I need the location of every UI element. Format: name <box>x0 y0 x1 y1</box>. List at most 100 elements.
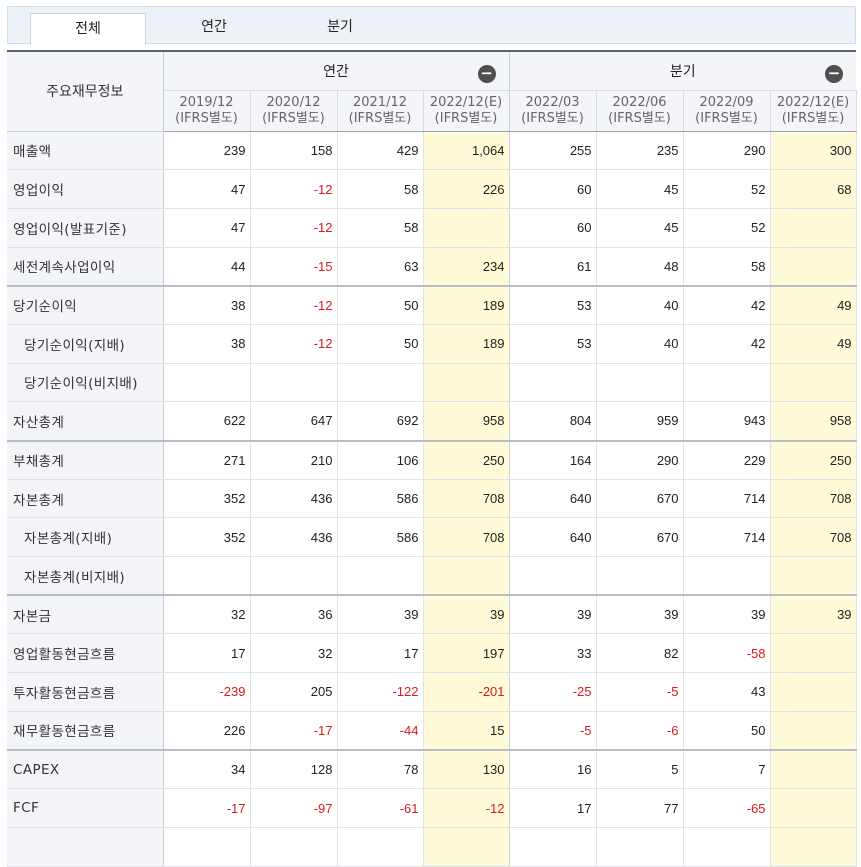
table-cell: 77 <box>596 788 684 828</box>
table-cell: 959 <box>596 401 684 441</box>
table-cell: 164 <box>509 439 597 480</box>
basis-label: (IFRS별도) <box>608 110 671 126</box>
row-label: 자본금 <box>7 594 164 635</box>
table-cell: 82 <box>596 633 684 674</box>
row-label: 당기순이익(비지배) <box>7 363 164 403</box>
table-cell: 586 <box>337 517 424 558</box>
table-cell <box>770 208 857 248</box>
table-cell <box>250 556 338 596</box>
table-cell: 106 <box>337 439 424 480</box>
table-row: 영업이익(발표기준) 47 -12 58 60 45 52 <box>7 208 857 248</box>
table-cell: 436 <box>250 479 338 519</box>
row-label: 부채총계 <box>7 439 164 480</box>
table-cell: 49 <box>770 284 857 325</box>
table-cell: 60 <box>509 169 597 209</box>
table-cell <box>337 827 424 867</box>
table-cell: 205 <box>250 672 338 712</box>
table-cell <box>509 363 597 403</box>
period-header: 2022/03 (IFRS별도) <box>509 89 597 132</box>
table-cell: 17 <box>337 633 424 674</box>
table-cell: 58 <box>683 247 771 287</box>
table-cell: 210 <box>250 439 338 480</box>
period-label: 2020/12 <box>266 94 321 110</box>
table-cell: 44 <box>163 247 251 287</box>
table-cell: -65 <box>683 788 771 828</box>
tab-quarter[interactable]: 분기 <box>282 7 398 45</box>
table-cell: 16 <box>509 749 597 790</box>
table-cell: 708 <box>770 517 857 558</box>
row-label: 당기순이익(지배) <box>7 324 164 364</box>
row-label: 투자활동현금흐름 <box>7 672 164 712</box>
row-label: 자산총계 <box>7 401 164 441</box>
table-cell: -122 <box>337 672 424 712</box>
annual-collapse-icon[interactable]: − <box>477 65 496 83</box>
table-cell: 158 <box>250 131 338 171</box>
table-cell: 226 <box>423 169 510 209</box>
table-cell <box>509 827 597 867</box>
row-label: 매출액 <box>7 131 164 171</box>
basis-label: (IFRS별도) <box>348 110 412 126</box>
table-cell: -201 <box>423 672 510 712</box>
table-cell: -61 <box>337 788 424 828</box>
table-cell: 52 <box>683 208 771 248</box>
table-cell: 708 <box>770 479 857 519</box>
financial-summary-table-wrapper: 주요재무정보 연간 − 분기 − 2019/12 (IFRS별도) 2020/12(… <box>7 50 857 867</box>
table-cell: -12 <box>250 284 338 325</box>
period-header: 2021/12 (IFRS별도) <box>337 89 424 132</box>
table-cell: 234 <box>423 247 510 287</box>
table-cell: 130 <box>423 749 510 790</box>
period-header: 2022/12(E) (IFRS별도) <box>423 89 510 132</box>
table-cell: 32 <box>163 594 251 635</box>
table-cell: 7 <box>683 749 771 790</box>
table-row: FCF -17 -97 -61 -12 17 77 -65 <box>7 788 857 828</box>
table-cell <box>770 672 857 712</box>
table-cell: 52 <box>683 169 771 209</box>
table-cell: 42 <box>683 284 771 325</box>
row-label: FCF <box>7 788 164 828</box>
table-cell: -17 <box>250 711 338 751</box>
table-cell: 239 <box>163 131 251 171</box>
table-cell: 42 <box>683 324 771 364</box>
table-cell <box>337 556 424 596</box>
table-cell: 271 <box>163 439 251 480</box>
table-cell <box>423 208 510 248</box>
table-row: 당기순이익 38 -12 50 189 53 40 42 49 <box>7 284 857 325</box>
table-cell: 48 <box>596 247 684 287</box>
table-cell: 352 <box>163 479 251 519</box>
table-cell: 670 <box>596 517 684 558</box>
table-cell <box>250 827 338 867</box>
table-row: 자본총계(지배) 352 436 586 708 640 670 714 708 <box>7 517 857 558</box>
row-label: 재무활동현금흐름 <box>7 711 164 751</box>
table-cell: 17 <box>163 633 251 674</box>
period-header: 2022/09 (IFRS별도) <box>683 89 771 132</box>
table-row: 자본총계 352 436 586 708 640 670 714 708 <box>7 479 857 519</box>
table-row: 재무활동현금흐름 226 -17 -44 15 -5 -6 50 <box>7 711 857 751</box>
table-cell: 68 <box>770 169 857 209</box>
table-cell <box>337 363 424 403</box>
period-label: 2022/09 <box>699 94 754 110</box>
tab-all[interactable]: 전체 <box>30 13 146 45</box>
table-cell: 36 <box>250 594 338 635</box>
table-cell <box>683 556 771 596</box>
table-cell: 290 <box>683 131 771 171</box>
table-cell: 708 <box>423 479 510 519</box>
tab-annual[interactable]: 연간 <box>156 7 272 45</box>
period-label: 2021/12 <box>352 94 407 110</box>
table-cell: 640 <box>509 517 597 558</box>
table-cell <box>770 556 857 596</box>
table-cell: 958 <box>770 401 857 441</box>
quarter-group-label: 분기 <box>669 63 696 80</box>
table-cell: 229 <box>683 439 771 480</box>
row-label: 자본총계(지배) <box>7 517 164 558</box>
table-cell: 352 <box>163 517 251 558</box>
table-row: 당기순이익(지배) 38 -12 50 189 53 40 42 49 <box>7 324 857 364</box>
table-cell: -58 <box>683 633 771 674</box>
table-cell: 40 <box>596 284 684 325</box>
quarter-collapse-icon[interactable]: − <box>825 65 844 83</box>
table-cell <box>596 363 684 403</box>
row-label: 자본총계(비지배) <box>7 556 164 596</box>
table-cell: 58 <box>337 169 424 209</box>
table-cell: 39 <box>596 594 684 635</box>
table-cell: -25 <box>509 672 597 712</box>
basis-label: (IFRS별도) <box>434 110 498 126</box>
